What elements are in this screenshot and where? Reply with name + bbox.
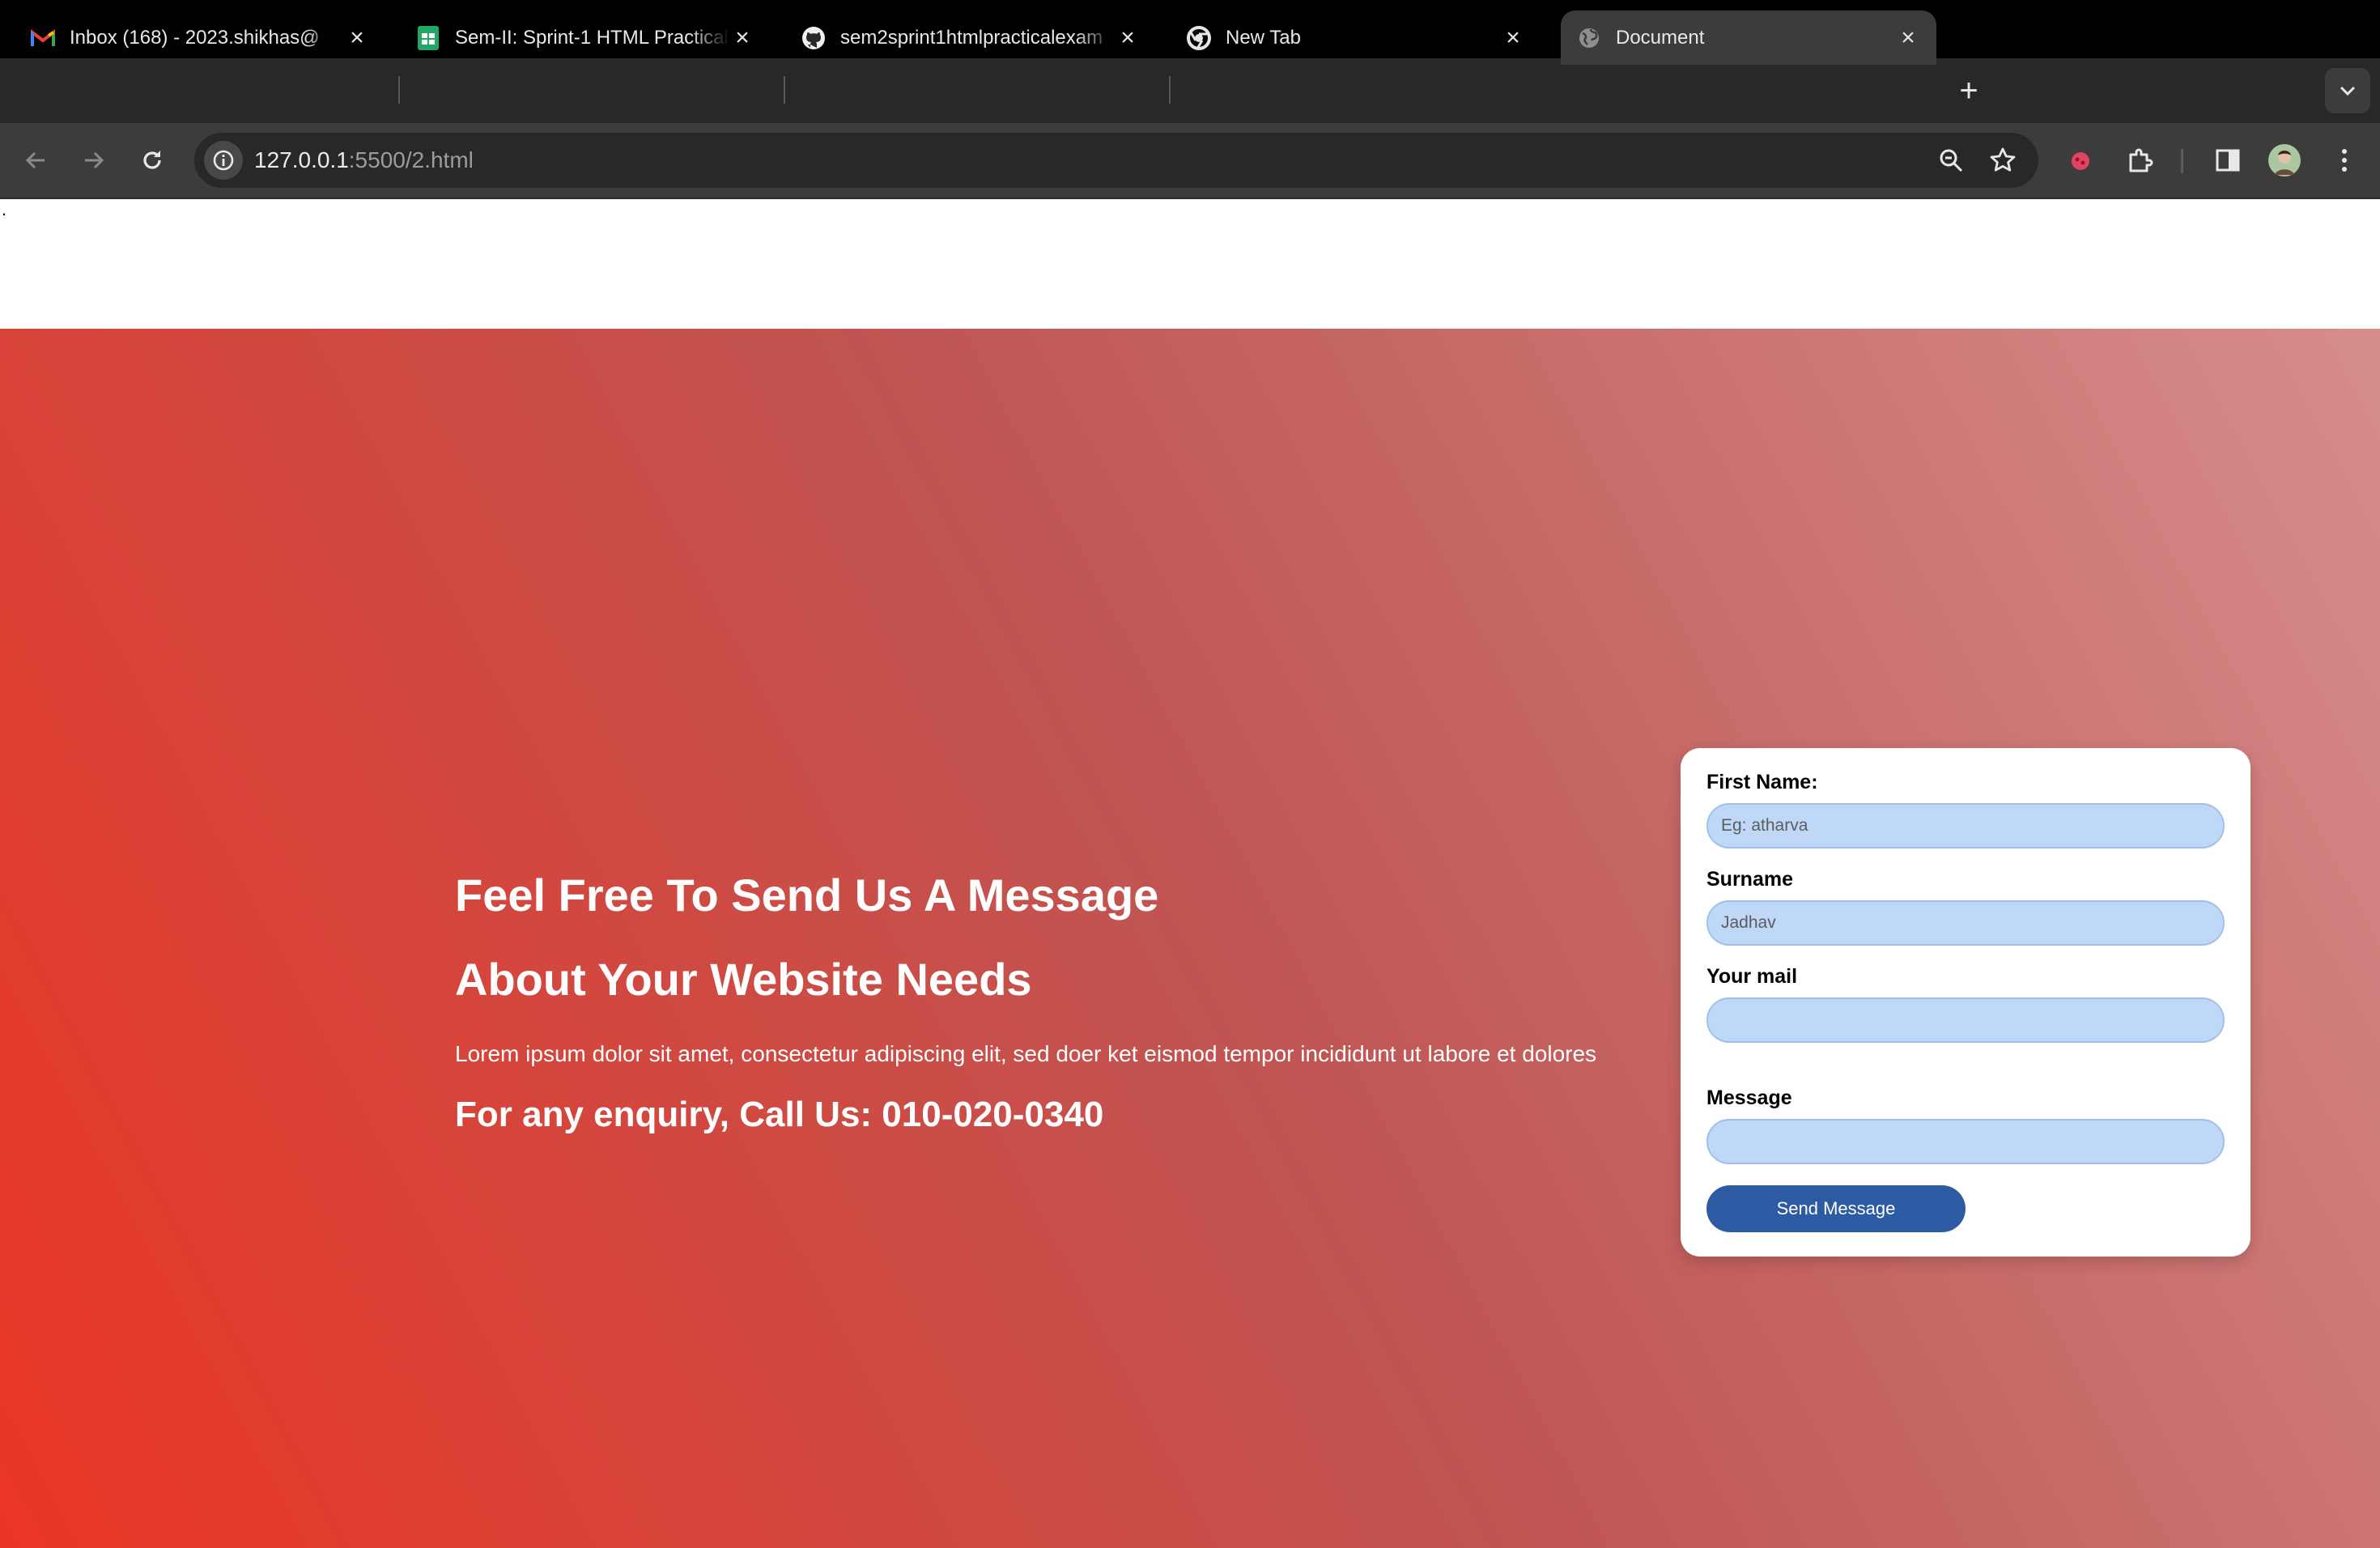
message-label: Message: [1706, 1087, 1792, 1109]
toolbar-separator: [2181, 149, 2183, 173]
tab-title: sem2sprint1htmlpracticalexam: [840, 26, 1103, 49]
new-tab-button[interactable]: +: [1953, 74, 1985, 107]
zoom-icon[interactable]: [1935, 144, 1967, 176]
tab-separator: [1169, 76, 1171, 104]
close-icon[interactable]: ×: [1501, 25, 1525, 50]
hero-heading-line1: Feel Free To Send Us A Message: [455, 870, 1159, 921]
page-viewport: . Feel Free To Send Us A Message About Y…: [0, 199, 2380, 1548]
tab-new-tab[interactable]: New Tab ×: [1156, 11, 1541, 65]
hero-description: Lorem ipsum dolor sit amet, consectetur …: [455, 1041, 1597, 1066]
contact-form: First Name: Surname Your mail Message Se…: [1681, 748, 2250, 1257]
hero-heading-line2: About Your Website Needs: [455, 954, 1032, 1005]
url-text: 127.0.0.1:5500/2.html: [254, 147, 474, 172]
site-info-button[interactable]: [204, 141, 243, 180]
enquiry-phone: For any enquiry, Call Us: 010-020-0340: [455, 1095, 1104, 1134]
close-icon[interactable]: ×: [1896, 25, 1920, 50]
github-icon: [801, 26, 826, 50]
close-icon[interactable]: ×: [730, 25, 754, 50]
arrow-right-icon: [85, 151, 104, 169]
globe-icon: [1577, 26, 1601, 50]
tab-sheets[interactable]: Sem-II: Sprint-1 HTML Practical ×: [385, 11, 771, 65]
close-icon[interactable]: ×: [1116, 25, 1140, 50]
tab-document[interactable]: Document ×: [1561, 11, 1936, 65]
mail-input[interactable]: [1706, 997, 2225, 1043]
tab-github[interactable]: sem2sprint1htmlpracticalexam ×: [771, 11, 1156, 65]
tab-strip: [0, 58, 2380, 123]
arrow-left-icon: [25, 151, 45, 169]
surname-label: Surname: [1706, 868, 1793, 891]
info-icon: [213, 150, 234, 171]
chevron-down-icon: [2340, 86, 2356, 96]
side-panel-icon[interactable]: [2208, 141, 2247, 180]
surname-input[interactable]: [1706, 900, 2225, 946]
tab-title: Document: [1616, 26, 1705, 49]
send-message-button[interactable]: Send Message: [1706, 1185, 1966, 1232]
gmail-icon: [31, 26, 55, 50]
first-name-label: First Name:: [1706, 771, 1818, 793]
reload-icon: [143, 151, 161, 169]
first-name-input[interactable]: [1706, 803, 2225, 848]
back-button[interactable]: [15, 139, 57, 181]
address-bar[interactable]: 127.0.0.1:5500/2.html: [194, 133, 2038, 188]
tab-separator: [398, 76, 400, 104]
tab-gmail[interactable]: Inbox (168) - 2023.shikhas@ ×: [0, 11, 385, 65]
page-top-area: .: [0, 199, 2380, 329]
tab-title: New Tab: [1226, 26, 1301, 49]
mail-label: Your mail: [1706, 965, 1798, 988]
forward-button[interactable]: [73, 139, 115, 181]
browser-toolbar: 127.0.0.1:5500/2.html: [0, 123, 2380, 199]
message-input[interactable]: [1706, 1119, 2225, 1164]
tab-search-button[interactable]: [2325, 68, 2370, 113]
close-icon[interactable]: ×: [345, 25, 369, 50]
chrome-icon: [1187, 25, 1211, 50]
extension-pink-icon[interactable]: [2061, 141, 2100, 180]
tab-separator: [784, 76, 785, 104]
tab-title: Sem-II: Sprint-1 HTML Practical: [455, 26, 729, 49]
tab-title: Inbox (168) - 2023.shikhas@: [70, 26, 320, 49]
sheets-icon: [416, 25, 440, 50]
avatar[interactable]: [2265, 141, 2304, 180]
extensions-puzzle-icon[interactable]: [2121, 141, 2160, 180]
hero-section: Feel Free To Send Us A Message About You…: [0, 329, 2380, 1548]
menu-kebab-icon[interactable]: [2325, 141, 2364, 180]
bookmark-star-icon[interactable]: [1987, 144, 2019, 176]
reload-button[interactable]: [131, 139, 173, 181]
stray-dot: .: [2, 199, 7, 219]
